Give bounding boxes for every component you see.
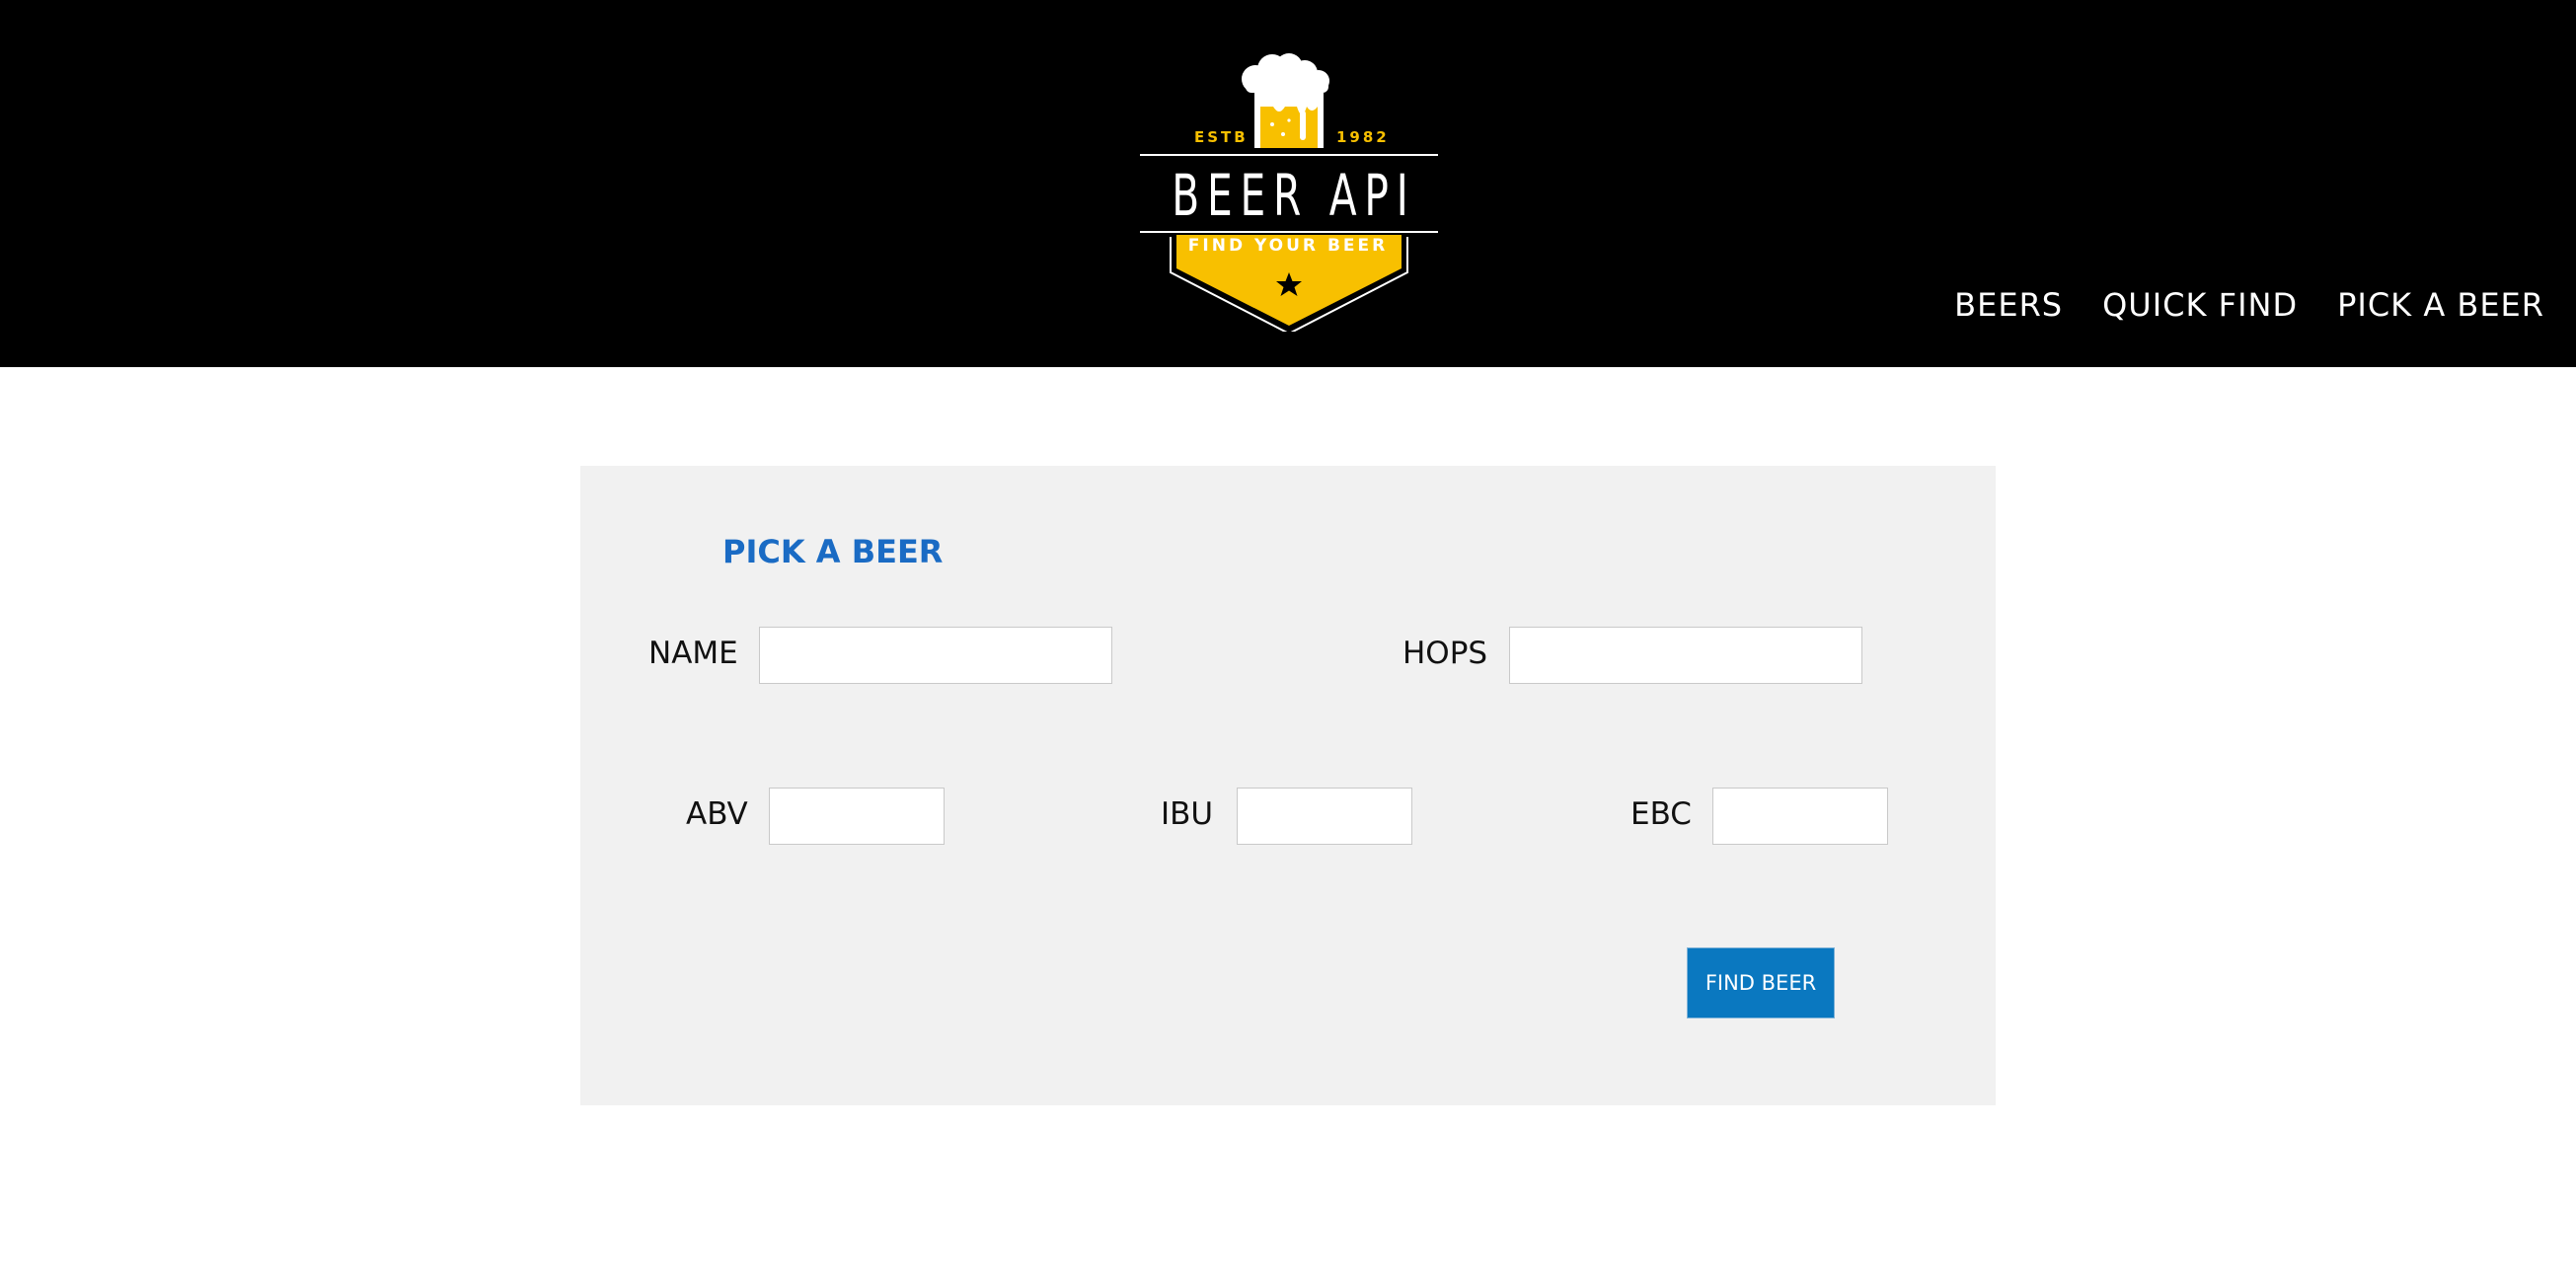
beer-api-logo[interactable]: ESTB 1982 BEER API FIND YOUR BEER <box>1139 49 1439 332</box>
find-beer-button[interactable]: FIND BEER <box>1687 947 1835 1018</box>
ebc-input[interactable] <box>1712 788 1888 845</box>
main-nav: BEERS QUICK FIND PICK A BEER <box>1954 286 2544 324</box>
abv-input[interactable] <box>769 788 945 845</box>
hops-label: HOPS <box>1402 636 1488 671</box>
ibu-label: IBU <box>1161 796 1214 832</box>
nav-item-pick-a-beer[interactable]: PICK A BEER <box>2337 286 2544 324</box>
name-input[interactable] <box>759 627 1112 684</box>
logo-brand-text: BEER API <box>1172 162 1416 229</box>
name-label: NAME <box>648 636 738 671</box>
abv-label: ABV <box>686 796 748 832</box>
logo-tagline-text: FIND YOUR BEER <box>1187 236 1389 256</box>
ebc-label: EBC <box>1630 796 1692 832</box>
hops-input[interactable] <box>1509 627 1862 684</box>
logo-year-text: 1982 <box>1336 128 1390 146</box>
nav-item-beers[interactable]: BEERS <box>1954 286 2063 324</box>
ibu-input[interactable] <box>1237 788 1412 845</box>
logo-estb-text: ESTB <box>1194 128 1249 146</box>
form-title: PICK A BEER <box>722 533 944 570</box>
pick-a-beer-form: PICK A BEER NAME HOPS ABV IBU EBC FIND B… <box>580 466 1996 1105</box>
site-header: ESTB 1982 BEER API FIND YOUR BEER BEERS … <box>0 0 2576 367</box>
nav-item-quick-find[interactable]: QUICK FIND <box>2102 286 2298 324</box>
